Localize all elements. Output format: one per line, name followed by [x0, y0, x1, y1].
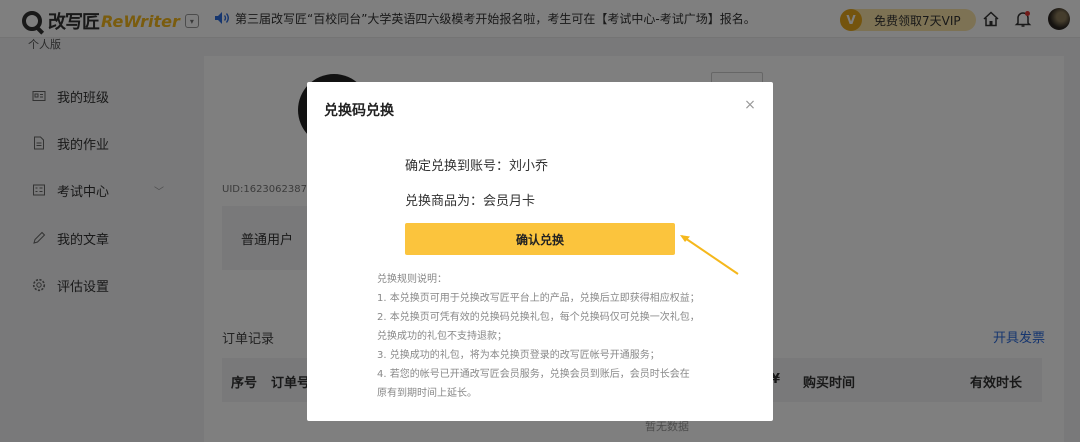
- redeem-account-line: 确定兑换到账号：刘小乔: [405, 159, 549, 174]
- rule-line: 2. 本兑换页可凭有效的兑换码兑换礼包，每个兑换码仅可兑换一次礼包，: [377, 312, 700, 323]
- redeem-product-line: 兑换商品为：会员月卡: [405, 194, 536, 209]
- modal-title: 兑换码兑换: [324, 103, 394, 119]
- close-icon[interactable]: ×: [743, 98, 757, 112]
- rule-line: 1. 本兑换页可用于兑换改写匠平台上的产品，兑换后立即获得相应权益；: [377, 293, 700, 304]
- redeem-rules: 兑换规则说明： 1. 本兑换页可用于兑换改写匠平台上的产品，兑换后立即获得相应权…: [377, 270, 707, 403]
- rule-line: 兑换成功的礼包不支持退款；: [377, 331, 507, 342]
- rule-line: 3. 兑换成功的礼包，将为本兑换页登录的改写匠帐号开通服务；: [377, 350, 660, 361]
- rules-title: 兑换规则说明：: [377, 274, 447, 285]
- rule-line: 4. 若您的帐号已开通改写匠会员服务，兑换会员到账后，会员时长会在: [377, 369, 690, 380]
- rule-line: 原有到期时间上延长。: [377, 388, 477, 399]
- annotation-arrow-icon: [680, 235, 739, 275]
- confirm-redeem-button[interactable]: 确认兑换: [405, 223, 675, 255]
